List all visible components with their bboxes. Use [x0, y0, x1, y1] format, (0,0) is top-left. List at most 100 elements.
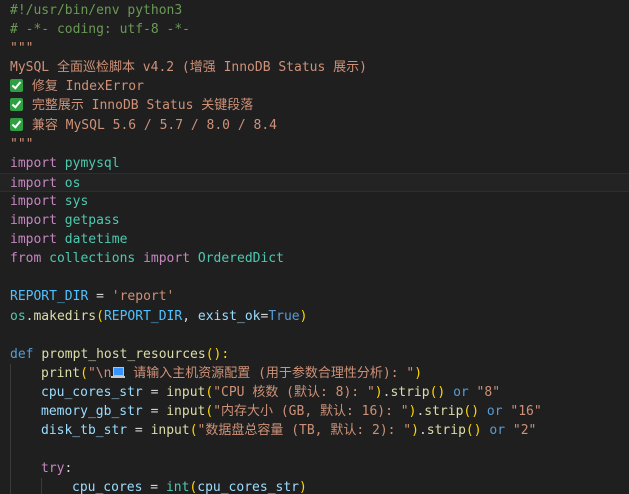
- code-token: """: [10, 41, 34, 57]
- code-token: ): [411, 423, 419, 439]
- code-line[interactable]: 完整展示 InnoDB Status 关键段落: [0, 96, 629, 115]
- code-token: (): [463, 403, 480, 419]
- code-token: OrderedDict: [197, 251, 284, 267]
- code-token: True: [268, 308, 300, 324]
- code-token: input: [166, 384, 206, 400]
- code-line[interactable]: #!/usr/bin/env python3: [0, 1, 629, 20]
- code-token: prompt_host_resources: [41, 346, 206, 362]
- code-line[interactable]: """: [0, 39, 629, 58]
- code-line[interactable]: REPORT_DIR = 'report': [0, 287, 629, 306]
- code-token: cpu_cores_str: [41, 384, 143, 400]
- code-line[interactable]: [0, 268, 629, 287]
- code-token: import: [10, 193, 57, 209]
- indent-guide: [10, 401, 11, 422]
- code-token: 修复 IndexError: [24, 79, 144, 95]
- code-token: #!/usr/bin/env python3: [10, 3, 183, 18]
- code-token: "\n: [87, 365, 112, 381]
- code-token: =: [142, 384, 167, 400]
- indent-guide: [10, 478, 11, 494]
- code-line[interactable]: """: [0, 135, 629, 154]
- code-token: ():: [205, 346, 230, 362]
- indent-guide: [10, 382, 11, 402]
- code-line[interactable]: # -*- coding: utf-8 -*-: [0, 20, 629, 39]
- code-line[interactable]: cpu_cores_str = input("CPU 核数 (默认: 8): "…: [0, 382, 629, 402]
- code-token: # -*- coding: utf-8 -*-: [10, 22, 191, 38]
- code-token: .: [418, 423, 427, 439]
- code-token: =: [127, 423, 151, 439]
- indent-guide: [10, 459, 11, 479]
- code-token: =: [88, 289, 112, 305]
- code-token: "8": [476, 384, 501, 400]
- indent-guide: [10, 421, 11, 441]
- code-line[interactable]: print("\n 请输入主机资源配置 (用于参数合理性分析): "): [0, 363, 629, 383]
- code-line[interactable]: from collections import OrderedDict: [0, 249, 629, 268]
- code-token: from: [10, 251, 42, 267]
- code-token: ,: [182, 308, 198, 324]
- code-token: os: [10, 308, 26, 324]
- code-token: os: [64, 175, 81, 191]
- code-line[interactable]: import pymysql: [0, 154, 629, 173]
- code-token: input: [166, 403, 206, 419]
- code-line[interactable]: import os: [0, 172, 629, 192]
- code-token: print: [41, 365, 81, 381]
- code-line[interactable]: try:: [0, 459, 629, 479]
- code-line[interactable]: 兼容 MySQL 5.6 / 5.7 / 8.0 / 8.4: [0, 116, 629, 135]
- code-token: REPORT_DIR: [103, 308, 183, 324]
- code-token: ): [299, 480, 307, 494]
- code-token: import: [143, 251, 191, 267]
- code-line[interactable]: cpu_cores = int(cpu_cores_str): [0, 478, 629, 494]
- code-token: makedirs: [33, 308, 97, 324]
- code-token: REPORT_DIR: [10, 289, 89, 305]
- code-token: datetime: [64, 232, 128, 248]
- code-line[interactable]: memory_gb_str = input("内存大小 (GB, 默认: 16)…: [0, 401, 629, 422]
- code-token: =: [142, 480, 166, 494]
- code-token: import: [10, 155, 57, 171]
- code-token: 兼容 MySQL 5.6 / 5.7 / 8.0 / 8.4: [24, 117, 277, 133]
- code-line[interactable]: [0, 326, 629, 345]
- code-token: (: [96, 308, 104, 324]
- code-token: exist_ok: [197, 308, 261, 324]
- code-token: strip: [424, 403, 464, 419]
- code-token: or: [453, 384, 469, 400]
- code-token: cpu_cores: [72, 480, 143, 494]
- code-line[interactable]: MySQL 全面巡检脚本 v4.2 (增强 InnoDB Status 展示): [0, 58, 629, 77]
- code-editor[interactable]: #!/usr/bin/env python3 # -*- coding: utf-…: [0, 0, 629, 494]
- code-token: strip: [390, 384, 430, 400]
- code-token: memory_gb_str: [41, 403, 143, 419]
- code-token: try: [41, 461, 65, 477]
- code-token: (): [429, 384, 446, 400]
- code-line[interactable]: def prompt_host_resources():: [0, 345, 629, 364]
- code-line[interactable]: import sys: [0, 192, 629, 211]
- code-token: ): [299, 308, 308, 324]
- code-token: (: [80, 365, 88, 381]
- indent-guide: [41, 478, 42, 494]
- code-line[interactable]: disk_tb_str = input("数据盘总容量 (TB, 默认: 2):…: [0, 421, 629, 441]
- code-token: int: [165, 480, 190, 494]
- code-line[interactable]: import datetime: [0, 230, 629, 249]
- code-line[interactable]: [0, 440, 629, 460]
- code-line[interactable]: os.makedirs(REPORT_DIR, exist_ok=True): [0, 307, 629, 326]
- check-mark-icon: [10, 117, 23, 131]
- code-token: """: [10, 136, 34, 152]
- code-line[interactable]: import getpass: [0, 211, 629, 230]
- code-token: "CPU 核数 (默认: 8): ": [213, 384, 375, 400]
- check-mark-icon: [10, 98, 23, 112]
- code-line[interactable]: 修复 IndexError: [0, 77, 629, 96]
- code-token: collections: [49, 251, 136, 267]
- code-token: "2": [512, 423, 537, 439]
- code-token: cpu_cores_str: [197, 480, 299, 494]
- indent-guide: [10, 363, 11, 383]
- code-token: ): [414, 365, 423, 381]
- code-token: import: [10, 213, 57, 229]
